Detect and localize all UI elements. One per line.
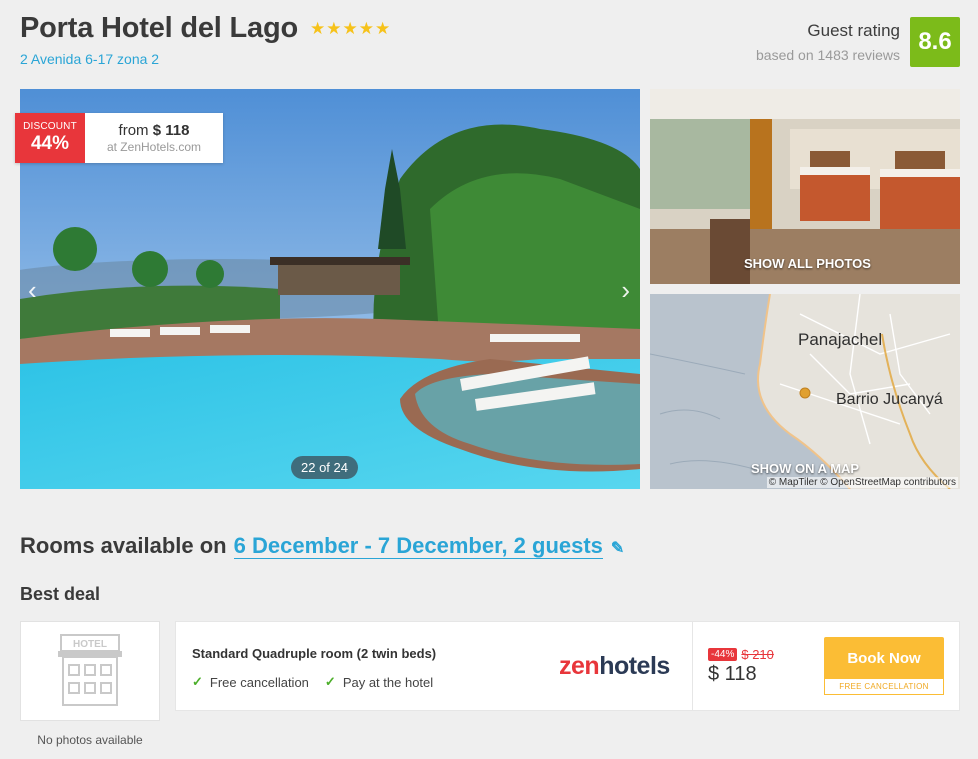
show-all-photos-label: SHOW ALL PHOTOS: [744, 256, 871, 271]
feature-label: Pay at the hotel: [342, 674, 434, 690]
map-tile[interactable]: Panajachel Barrio Jucanyá SHOW ON A MAP …: [650, 294, 960, 489]
pencil-icon[interactable]: ✎: [611, 538, 624, 558]
map-town-barrio-jucanya: Barrio Jucanyá: [836, 391, 943, 408]
best-deal-heading: Best deal: [20, 584, 101, 604]
star-icon: ★: [342, 18, 358, 38]
hotel-address-link[interactable]: 2 Avenida 6-17 zona 2: [20, 51, 159, 67]
star-icon: ★: [358, 18, 374, 38]
rating-label: Guest rating: [807, 21, 900, 40]
chevron-left-icon[interactable]: ‹: [28, 277, 37, 303]
book-now-label[interactable]: Book Now: [824, 637, 944, 679]
discount-percent: 44%: [30, 133, 70, 154]
map-town-panajachel: Panajachel: [798, 330, 883, 349]
room-photo: [650, 89, 960, 284]
svg-text:HOTEL: HOTEL: [73, 639, 107, 650]
photo-counter: 22 of 24: [291, 456, 358, 479]
new-price: $ 118: [708, 663, 757, 685]
divider: [692, 622, 693, 710]
from-price: $ 118: [152, 122, 190, 139]
rooms-heading: Rooms available on 6 December - 7 Decemb…: [20, 533, 624, 559]
rooms-heading-label: Rooms available on: [20, 533, 227, 558]
discount-badge[interactable]: DISCOUNT 44% from $ 118 at ZenHotels.com: [15, 113, 223, 163]
discount-badge-small: -44%: [708, 648, 738, 661]
rating-reviews: based on 1483 reviews: [756, 47, 900, 63]
star-icon: ★: [309, 18, 326, 38]
show-all-photos-tile[interactable]: SHOW ALL PHOTOS: [650, 89, 960, 284]
check-icon: ✓: [324, 674, 336, 689]
feature-pay-at-hotel: ✓ Pay at the hotel: [325, 674, 433, 690]
feature-label: Free cancellation: [209, 674, 309, 690]
guest-rating: Guest rating based on 1483 reviews 8.6: [756, 17, 960, 67]
room-name: Standard Quadruple room (2 twin beds): [192, 646, 437, 661]
dates-link[interactable]: 6 December - 7 December, 2 guests: [233, 534, 603, 559]
provider-logo: zenhotels: [559, 652, 670, 680]
rating-score-badge: 8.6: [910, 17, 960, 67]
star-icon: ★: [326, 18, 342, 38]
discount-label: DISCOUNT: [23, 121, 77, 132]
hotel-header: Porta Hotel del Lago ★ ★ ★ ★ ★: [20, 12, 390, 45]
show-on-map-label: SHOW ON A MAP: [751, 461, 860, 476]
deal-site: at ZenHotels.com: [106, 140, 202, 154]
map-attribution[interactable]: © MapTiler © OpenStreetMap contributors: [766, 477, 958, 488]
star-icon: ★: [374, 18, 391, 38]
star-rating: ★ ★ ★ ★ ★: [310, 19, 390, 39]
old-price: $ 210: [741, 647, 774, 662]
hotel-name: Porta Hotel del Lago: [20, 12, 298, 44]
feature-free-cancellation: ✓ Free cancellation: [192, 674, 309, 690]
book-now-button[interactable]: Book Now FREE CANCELLATION: [824, 637, 944, 695]
from-label: from: [118, 122, 149, 139]
no-photo-placeholder: HOTEL: [20, 621, 160, 721]
chevron-right-icon[interactable]: ›: [621, 277, 630, 303]
hotel-building-icon: HOTEL: [58, 634, 122, 706]
no-photos-text: No photos available: [37, 733, 143, 747]
free-cancellation-note: FREE CANCELLATION: [824, 679, 944, 695]
price-block: -44% $ 210 $ 118: [708, 647, 774, 686]
check-icon: ✓: [192, 674, 203, 689]
best-deal-offer-card: Standard Quadruple room (2 twin beds) ✓ …: [175, 621, 960, 711]
room-features: ✓ Free cancellation ✓ Pay at the hotel: [192, 674, 449, 690]
